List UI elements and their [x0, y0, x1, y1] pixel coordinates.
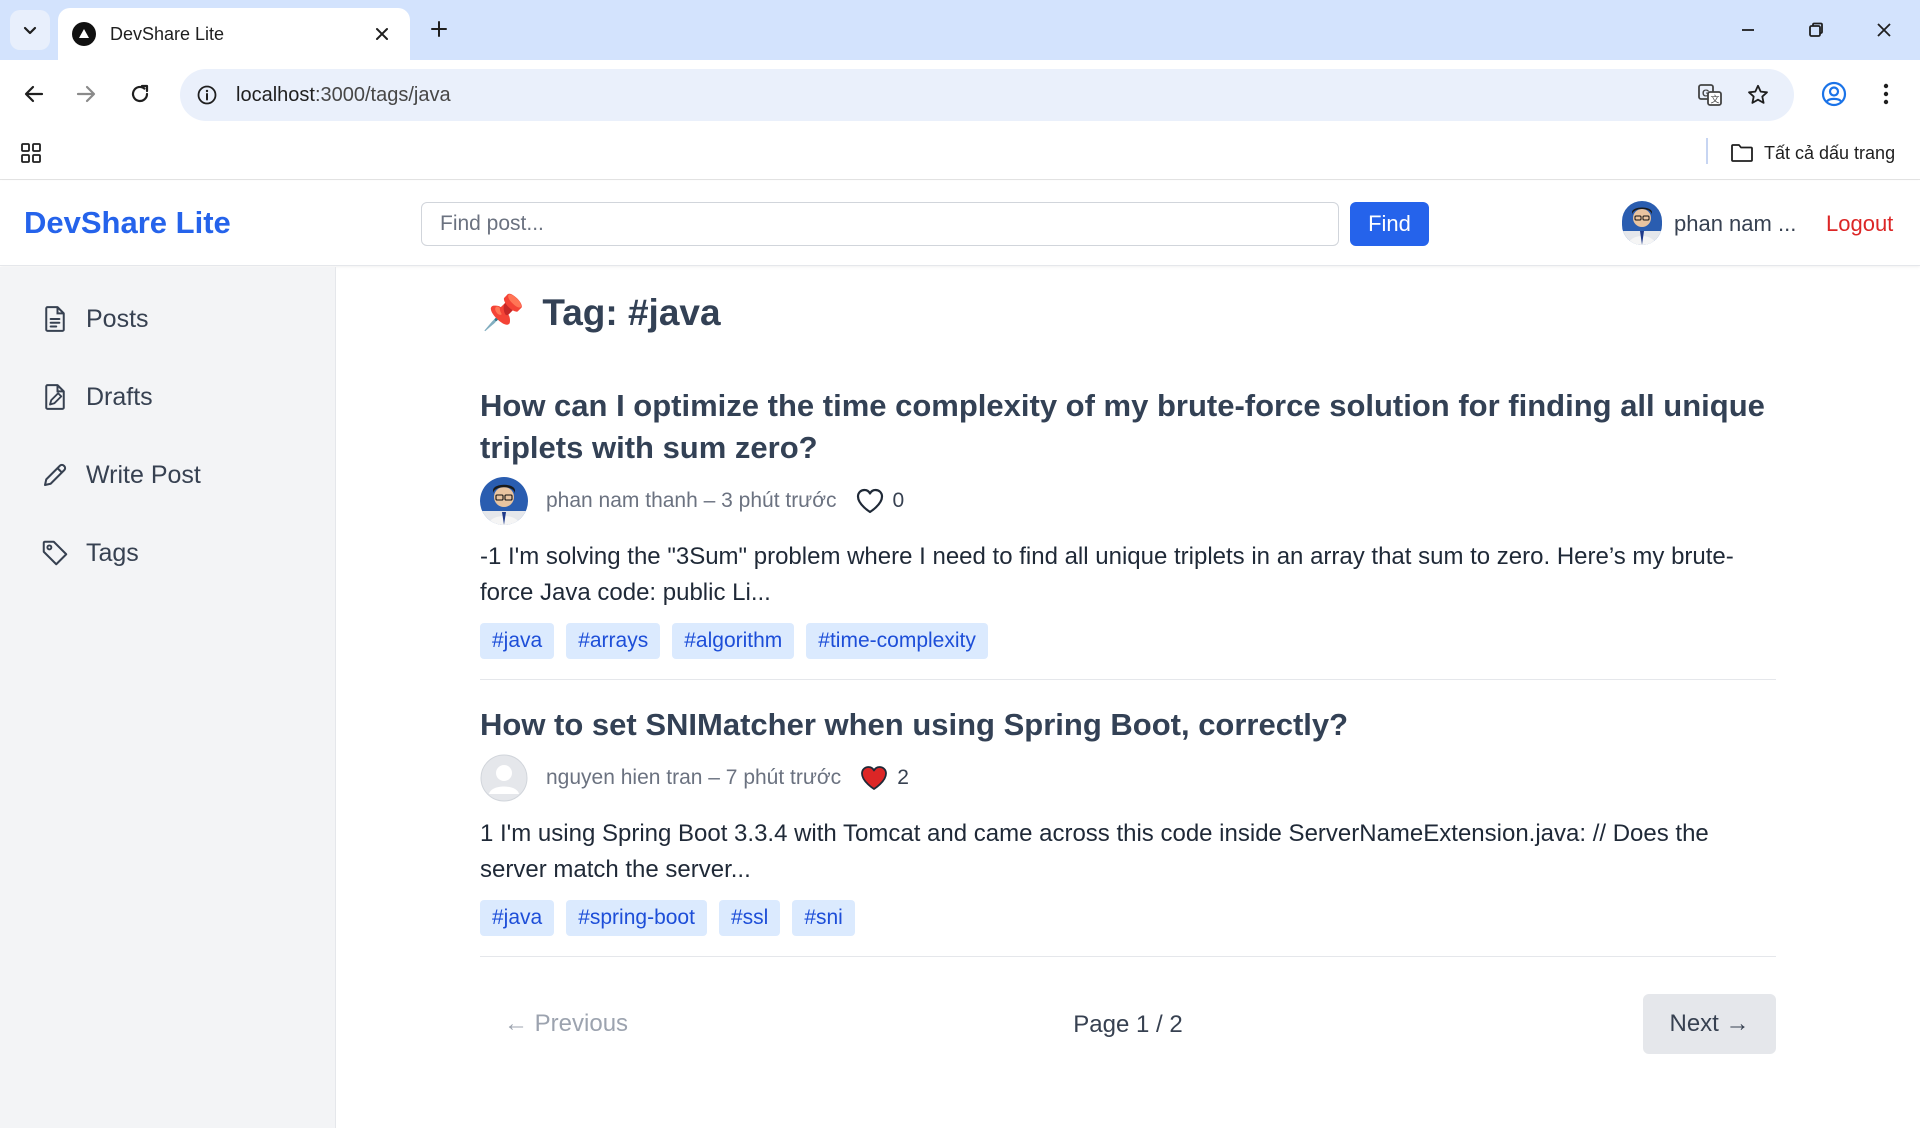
tag-chip[interactable]: #sni: [792, 900, 855, 936]
draft-icon: [45, 384, 65, 410]
tab-close-button[interactable]: [368, 20, 396, 48]
like-button[interactable]: 0: [855, 487, 905, 515]
favicon-icon: [72, 22, 96, 46]
bookmarks-separator: [1706, 138, 1708, 164]
arrow-right-icon: [76, 85, 96, 103]
browser-tab-active[interactable]: DevShare Lite: [58, 8, 410, 60]
page-title-text: Tag: #java: [542, 292, 721, 333]
url-host: localhost: [236, 83, 315, 106]
tag-chip[interactable]: #spring-boot: [566, 900, 707, 936]
tag-chip[interactable]: #java: [480, 623, 555, 659]
close-icon: [376, 28, 388, 40]
restore-button[interactable]: [1796, 12, 1836, 48]
avatar: [480, 754, 528, 802]
all-bookmarks-label: Tất cả dấu trang: [1764, 142, 1896, 163]
restore-icon: [1809, 22, 1823, 37]
heart-outline-icon: [856, 488, 883, 514]
post-card: How can I optimize the time complexity o…: [480, 385, 1776, 659]
url-path: :3000/tags/java: [314, 83, 451, 106]
plus-icon: [431, 21, 447, 37]
sidebar-item-posts[interactable]: Posts: [40, 299, 149, 339]
browser-toolbar: localhost:3000/tags/java G文: [0, 60, 1920, 128]
post-title[interactable]: How can I optimize the time complexity o…: [480, 385, 1776, 469]
chevron-down-icon: [23, 26, 37, 35]
heart-filled-icon: [861, 766, 888, 790]
find-button[interactable]: Find: [1350, 202, 1429, 246]
pagination: ← Previous Page 1 / 2 Next →: [480, 994, 1776, 1054]
account-circle-icon: [1821, 81, 1847, 107]
pushpin-icon: 📌: [482, 294, 525, 332]
sidebar-item-label: Drafts: [86, 382, 153, 411]
more-vertical-icon: [1883, 83, 1889, 105]
app-header: DevShare Lite Find phan nam ... Logout: [0, 181, 1920, 266]
minimize-icon: [1742, 29, 1754, 31]
document-icon: [45, 306, 65, 332]
sidebar-item-label: Posts: [86, 304, 149, 333]
page-title: 📌 Tag: #java: [482, 292, 721, 334]
tag-chip[interactable]: #time-complexity: [806, 623, 988, 659]
post-excerpt: 1 I'm using Spring Boot 3.3.4 with Tomca…: [480, 820, 1709, 883]
forward-button[interactable]: [66, 74, 106, 114]
like-count: 0: [892, 489, 905, 512]
close-window-button[interactable]: [1864, 12, 1904, 48]
sidebar-item-write-post[interactable]: Write Post: [40, 455, 201, 495]
close-icon: [1877, 23, 1891, 37]
sidebar-item-label: Write Post: [86, 460, 201, 489]
sidebar-item-tags[interactable]: Tags: [40, 533, 139, 573]
sidebar-item-label: Tags: [86, 538, 139, 567]
back-button[interactable]: [14, 74, 54, 114]
svg-text:文: 文: [1711, 94, 1720, 105]
tag-icon: [42, 540, 68, 566]
profile-button[interactable]: [1814, 74, 1854, 114]
post-meta: nguyen hien tran – 7 phút trước 2: [480, 754, 1776, 802]
post-title[interactable]: How to set SNIMatcher when using Spring …: [480, 704, 1776, 746]
post-author-time: nguyen hien tran – 7 phút trước: [546, 766, 842, 789]
tag-chip[interactable]: #ssl: [718, 900, 781, 936]
browser-tabstrip: DevShare Lite: [0, 0, 1920, 60]
post-excerpt: -1 I'm solving the "3Sum" problem where …: [480, 543, 1734, 606]
search-input[interactable]: [421, 202, 1339, 246]
translate-icon[interactable]: G文: [1694, 79, 1726, 111]
post-tags: #java #spring-boot #ssl #sni: [480, 900, 1776, 936]
brand-logo[interactable]: DevShare Lite: [24, 205, 231, 241]
site-info-icon[interactable]: [192, 80, 222, 110]
logout-button[interactable]: Logout: [1826, 211, 1893, 237]
sidebar: Posts Drafts Write Post Tags: [0, 267, 336, 1128]
tab-search-button[interactable]: [10, 10, 50, 50]
address-bar[interactable]: localhost:3000/tags/java G文: [180, 69, 1794, 121]
new-tab-button[interactable]: [422, 12, 456, 46]
like-count: 2: [897, 766, 909, 789]
minimize-button[interactable]: [1728, 12, 1768, 48]
tab-title: DevShare Lite: [110, 23, 225, 44]
folder-icon: [1731, 144, 1753, 162]
bookmark-star-icon[interactable]: [1742, 79, 1774, 111]
post-tags: #java #arrays #algorithm #time-complexit…: [480, 623, 1776, 659]
bookmarks-bar: Tất cả dấu trang: [0, 128, 1920, 180]
reload-icon: [131, 84, 149, 103]
post-divider: [480, 679, 1776, 680]
all-bookmarks-button[interactable]: Tất cả dấu trang: [1730, 138, 1895, 168]
browser-menu-button[interactable]: [1866, 74, 1906, 114]
pencil-icon: [44, 463, 67, 486]
sidebar-item-drafts[interactable]: Drafts: [40, 377, 153, 417]
tag-chip[interactable]: #algorithm: [672, 623, 795, 659]
url-text: localhost:3000/tags/java: [236, 84, 451, 107]
next-page-button[interactable]: Next →: [1643, 994, 1776, 1054]
avatar: [480, 477, 528, 525]
reload-button[interactable]: [120, 74, 160, 114]
post-author-time: phan nam thanh – 3 phút trước: [546, 489, 837, 512]
like-button[interactable]: 2: [859, 764, 909, 792]
apps-grid-icon[interactable]: [16, 138, 46, 168]
page-indicator: Page 1 / 2: [1073, 1011, 1183, 1038]
post-meta: phan nam thanh – 3 phút trước 0: [480, 477, 1776, 525]
user-name[interactable]: phan nam ...: [1674, 211, 1796, 237]
tag-chip[interactable]: #arrays: [566, 623, 661, 659]
post-divider: [480, 956, 1776, 957]
arrow-left-icon: [24, 85, 44, 103]
post-card: How to set SNIMatcher when using Spring …: [480, 704, 1776, 936]
tag-chip[interactable]: #java: [480, 900, 555, 936]
avatar[interactable]: [1622, 201, 1662, 245]
